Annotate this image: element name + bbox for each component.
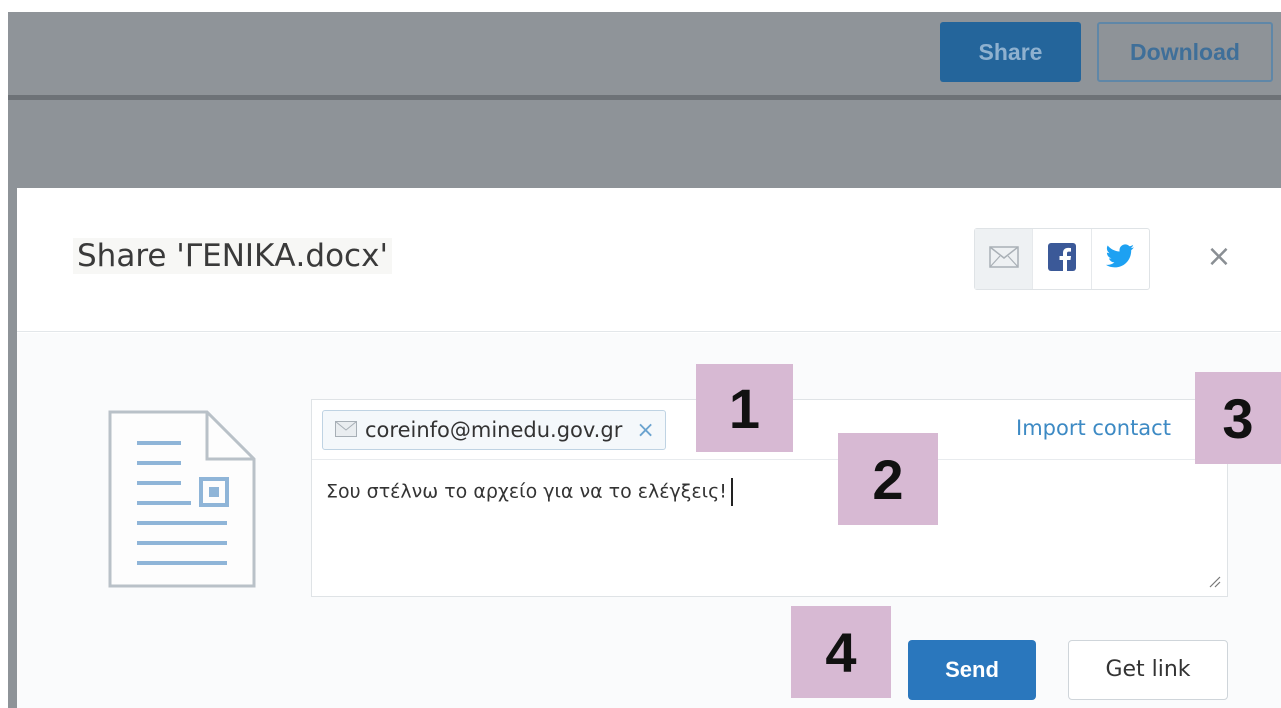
app-toolbar: Share Download (8, 12, 1281, 100)
callout-marker-1: 1 (696, 364, 793, 452)
email-share-button[interactable] (975, 229, 1034, 289)
document-icon (107, 409, 257, 593)
callout-marker-2: 2 (838, 433, 938, 525)
message-text: Σου στέλνω το αρχείο για να το ελέγξεις! (326, 480, 727, 503)
recipient-email: coreinfo@minedu.gov.gr (365, 418, 623, 442)
share-dialog: Share 'ΓΕΝΙΚΑ.docx' × coreinfo@minedu.go… (17, 188, 1281, 708)
dialog-header: Share 'ΓΕΝΙΚΑ.docx' × (17, 188, 1281, 332)
get-link-button[interactable]: Get link (1068, 640, 1228, 700)
callout-marker-3: 3 (1195, 372, 1281, 464)
envelope-icon (988, 246, 1019, 272)
message-textarea[interactable]: Σου στέλνω το αρχείο για να το ελέγξεις! (326, 478, 733, 506)
twitter-icon (1105, 244, 1135, 274)
text-caret (730, 478, 733, 506)
send-button[interactable]: Send (908, 640, 1036, 700)
dialog-body: coreinfo@minedu.gov.gr × Import contact … (17, 333, 1281, 708)
facebook-share-button[interactable] (1033, 229, 1092, 289)
share-method-group (974, 228, 1150, 290)
callout-marker-4: 4 (791, 606, 891, 698)
remove-recipient-icon[interactable]: × (636, 418, 654, 443)
dialog-title: Share 'ΓΕΝΙΚΑ.docx' (73, 238, 392, 274)
page-left-margin (0, 0, 8, 708)
recipient-chip[interactable]: coreinfo@minedu.gov.gr × (322, 410, 666, 450)
twitter-share-button[interactable] (1092, 229, 1149, 289)
resize-handle-icon[interactable] (1207, 573, 1221, 592)
envelope-icon (335, 418, 357, 442)
page-top-margin (0, 0, 1281, 12)
import-contacts-link[interactable]: Import contact (1016, 416, 1171, 440)
toolbar-share-button[interactable]: Share (940, 22, 1081, 82)
facebook-icon (1047, 243, 1076, 275)
toolbar-download-button[interactable]: Download (1097, 22, 1273, 82)
close-dialog-button[interactable]: × (1202, 240, 1236, 274)
